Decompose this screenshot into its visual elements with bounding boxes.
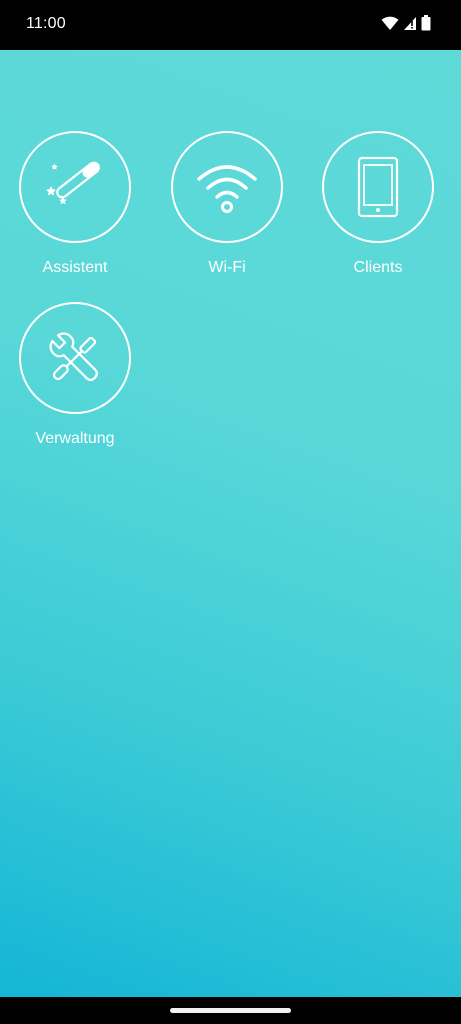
status-time: 11:00 <box>26 15 66 32</box>
wifi-icon <box>197 165 257 213</box>
tile-clients[interactable]: Clients <box>318 131 438 277</box>
tools-icon <box>49 332 99 382</box>
tile-wifi-label[interactable]: Wi-Fi <box>167 259 287 277</box>
tile-assistent-label[interactable]: Assistent <box>15 259 135 277</box>
tile-assistent-circle[interactable] <box>19 131 131 243</box>
wifi-icon <box>381 16 399 30</box>
battery-icon <box>421 15 431 31</box>
tablet-icon <box>357 156 399 218</box>
status-icons <box>381 15 431 31</box>
tile-verwaltung[interactable]: Verwaltung <box>15 302 135 448</box>
main-content: Assistent Wi-Fi Clients Verwaltung <box>0 50 461 997</box>
tile-clients-circle[interactable] <box>322 131 434 243</box>
cellular-signal-icon <box>404 16 416 30</box>
tile-clients-label[interactable]: Clients <box>318 259 438 277</box>
tile-wifi-circle[interactable] <box>171 131 283 243</box>
status-bar: 11:00 <box>0 0 461 50</box>
magic-wand-icon <box>46 161 100 205</box>
tile-wifi[interactable]: Wi-Fi <box>167 131 287 277</box>
app-screen: 11:00 Assistent Wi-Fi Clients Verwaltung <box>0 0 461 1024</box>
home-gesture-handle[interactable] <box>170 1008 291 1013</box>
tile-assistent[interactable]: Assistent <box>15 131 135 277</box>
tile-verwaltung-label[interactable]: Verwaltung <box>15 430 135 448</box>
navigation-bar <box>0 997 461 1024</box>
tile-verwaltung-circle[interactable] <box>19 302 131 414</box>
